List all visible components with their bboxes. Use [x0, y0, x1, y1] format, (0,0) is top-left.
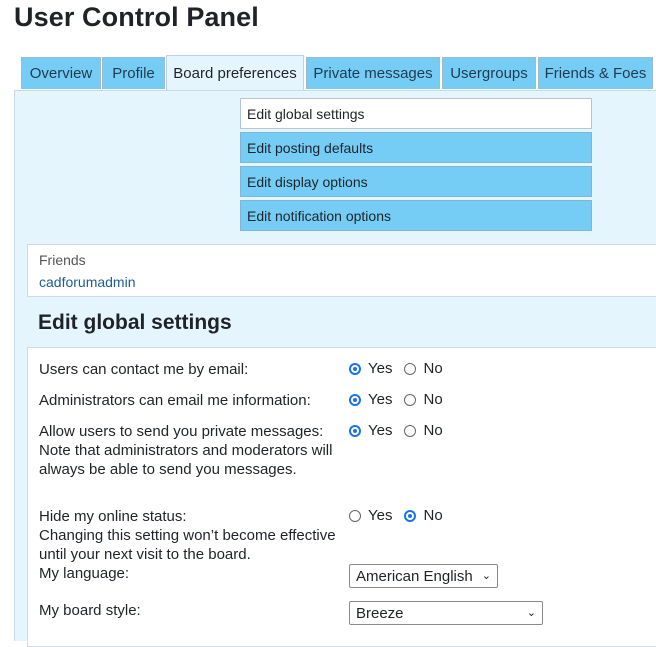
setting-label: My language: — [39, 565, 130, 582]
submenu: Edit global settings Edit posting defaul… — [240, 98, 592, 234]
submenu-item-global-settings[interactable]: Edit global settings — [240, 98, 592, 129]
setting-label-text: Hide my online status: — [39, 508, 187, 525]
radio-no-label: No — [423, 391, 443, 408]
radio-group: Yes No — [349, 391, 455, 408]
setting-label: Allow users to send you private messages… — [39, 422, 339, 479]
friends-label: Friends — [39, 252, 86, 268]
page-title: User Control Panel — [14, 2, 259, 32]
section-title: Edit global settings — [38, 311, 232, 334]
radio-yes[interactable] — [349, 509, 361, 522]
tab-profile[interactable]: Profile — [102, 57, 165, 89]
language-select-value: American English — [356, 567, 473, 585]
radio-yes[interactable] — [349, 424, 361, 437]
chevron-down-icon: ⌄ — [526, 607, 536, 619]
setting-label-text: Allow users to send you private messages… — [39, 423, 324, 440]
radio-group: Yes No — [349, 507, 455, 524]
radio-yes-label: Yes — [368, 422, 393, 439]
setting-label: Users can contact me by email: — [39, 361, 249, 378]
preferences-panel: Edit global settings Edit posting defaul… — [14, 90, 656, 647]
setting-label: Administrators can email me information: — [39, 392, 311, 409]
tab-usergroups[interactable]: Usergroups — [442, 57, 536, 89]
radio-no[interactable] — [404, 424, 417, 437]
chevron-down-icon: ⌄ — [481, 570, 491, 582]
setting-note: Note that administrators and moderators … — [39, 442, 333, 478]
language-select[interactable]: American English ⌄ — [349, 564, 498, 588]
tab-private-messages[interactable]: Private messages — [306, 57, 440, 89]
radio-no[interactable] — [404, 509, 417, 522]
tab-board-preferences[interactable]: Board preferences — [166, 55, 304, 90]
submenu-item-posting-defaults[interactable]: Edit posting defaults — [240, 132, 592, 163]
radio-yes[interactable] — [349, 362, 361, 375]
submenu-item-display-options[interactable]: Edit display options — [240, 166, 592, 197]
radio-no-label: No — [423, 360, 443, 377]
setting-note: Changing this setting won’t become effec… — [39, 527, 336, 563]
style-select-value: Breeze — [356, 604, 404, 622]
radio-group: Yes No — [349, 422, 455, 439]
radio-no[interactable] — [404, 362, 417, 375]
radio-yes[interactable] — [349, 393, 361, 406]
friends-box: Friends cadforumadmin — [27, 244, 656, 297]
radio-no-label: No — [423, 422, 443, 439]
radio-yes-label: Yes — [368, 507, 393, 524]
submenu-item-notification-options[interactable]: Edit notification options — [240, 200, 592, 231]
tab-bar: Overview Profile Board preferences Priva… — [21, 55, 656, 90]
radio-no[interactable] — [404, 393, 417, 406]
friend-link[interactable]: cadforumadmin — [39, 274, 136, 290]
tab-overview[interactable]: Overview — [21, 57, 101, 89]
radio-yes-label: Yes — [368, 391, 393, 408]
radio-yes-label: Yes — [368, 360, 393, 377]
style-select[interactable]: Breeze ⌄ — [349, 601, 543, 625]
radio-group: Yes No — [349, 360, 455, 377]
settings-form: Users can contact me by email: Yes No Ad… — [27, 347, 656, 647]
tab-friends-foes[interactable]: Friends & Foes — [538, 57, 653, 89]
setting-label: My board style: — [39, 602, 141, 619]
radio-no-label: No — [423, 507, 443, 524]
setting-label: Hide my online status: Changing this set… — [39, 507, 339, 564]
